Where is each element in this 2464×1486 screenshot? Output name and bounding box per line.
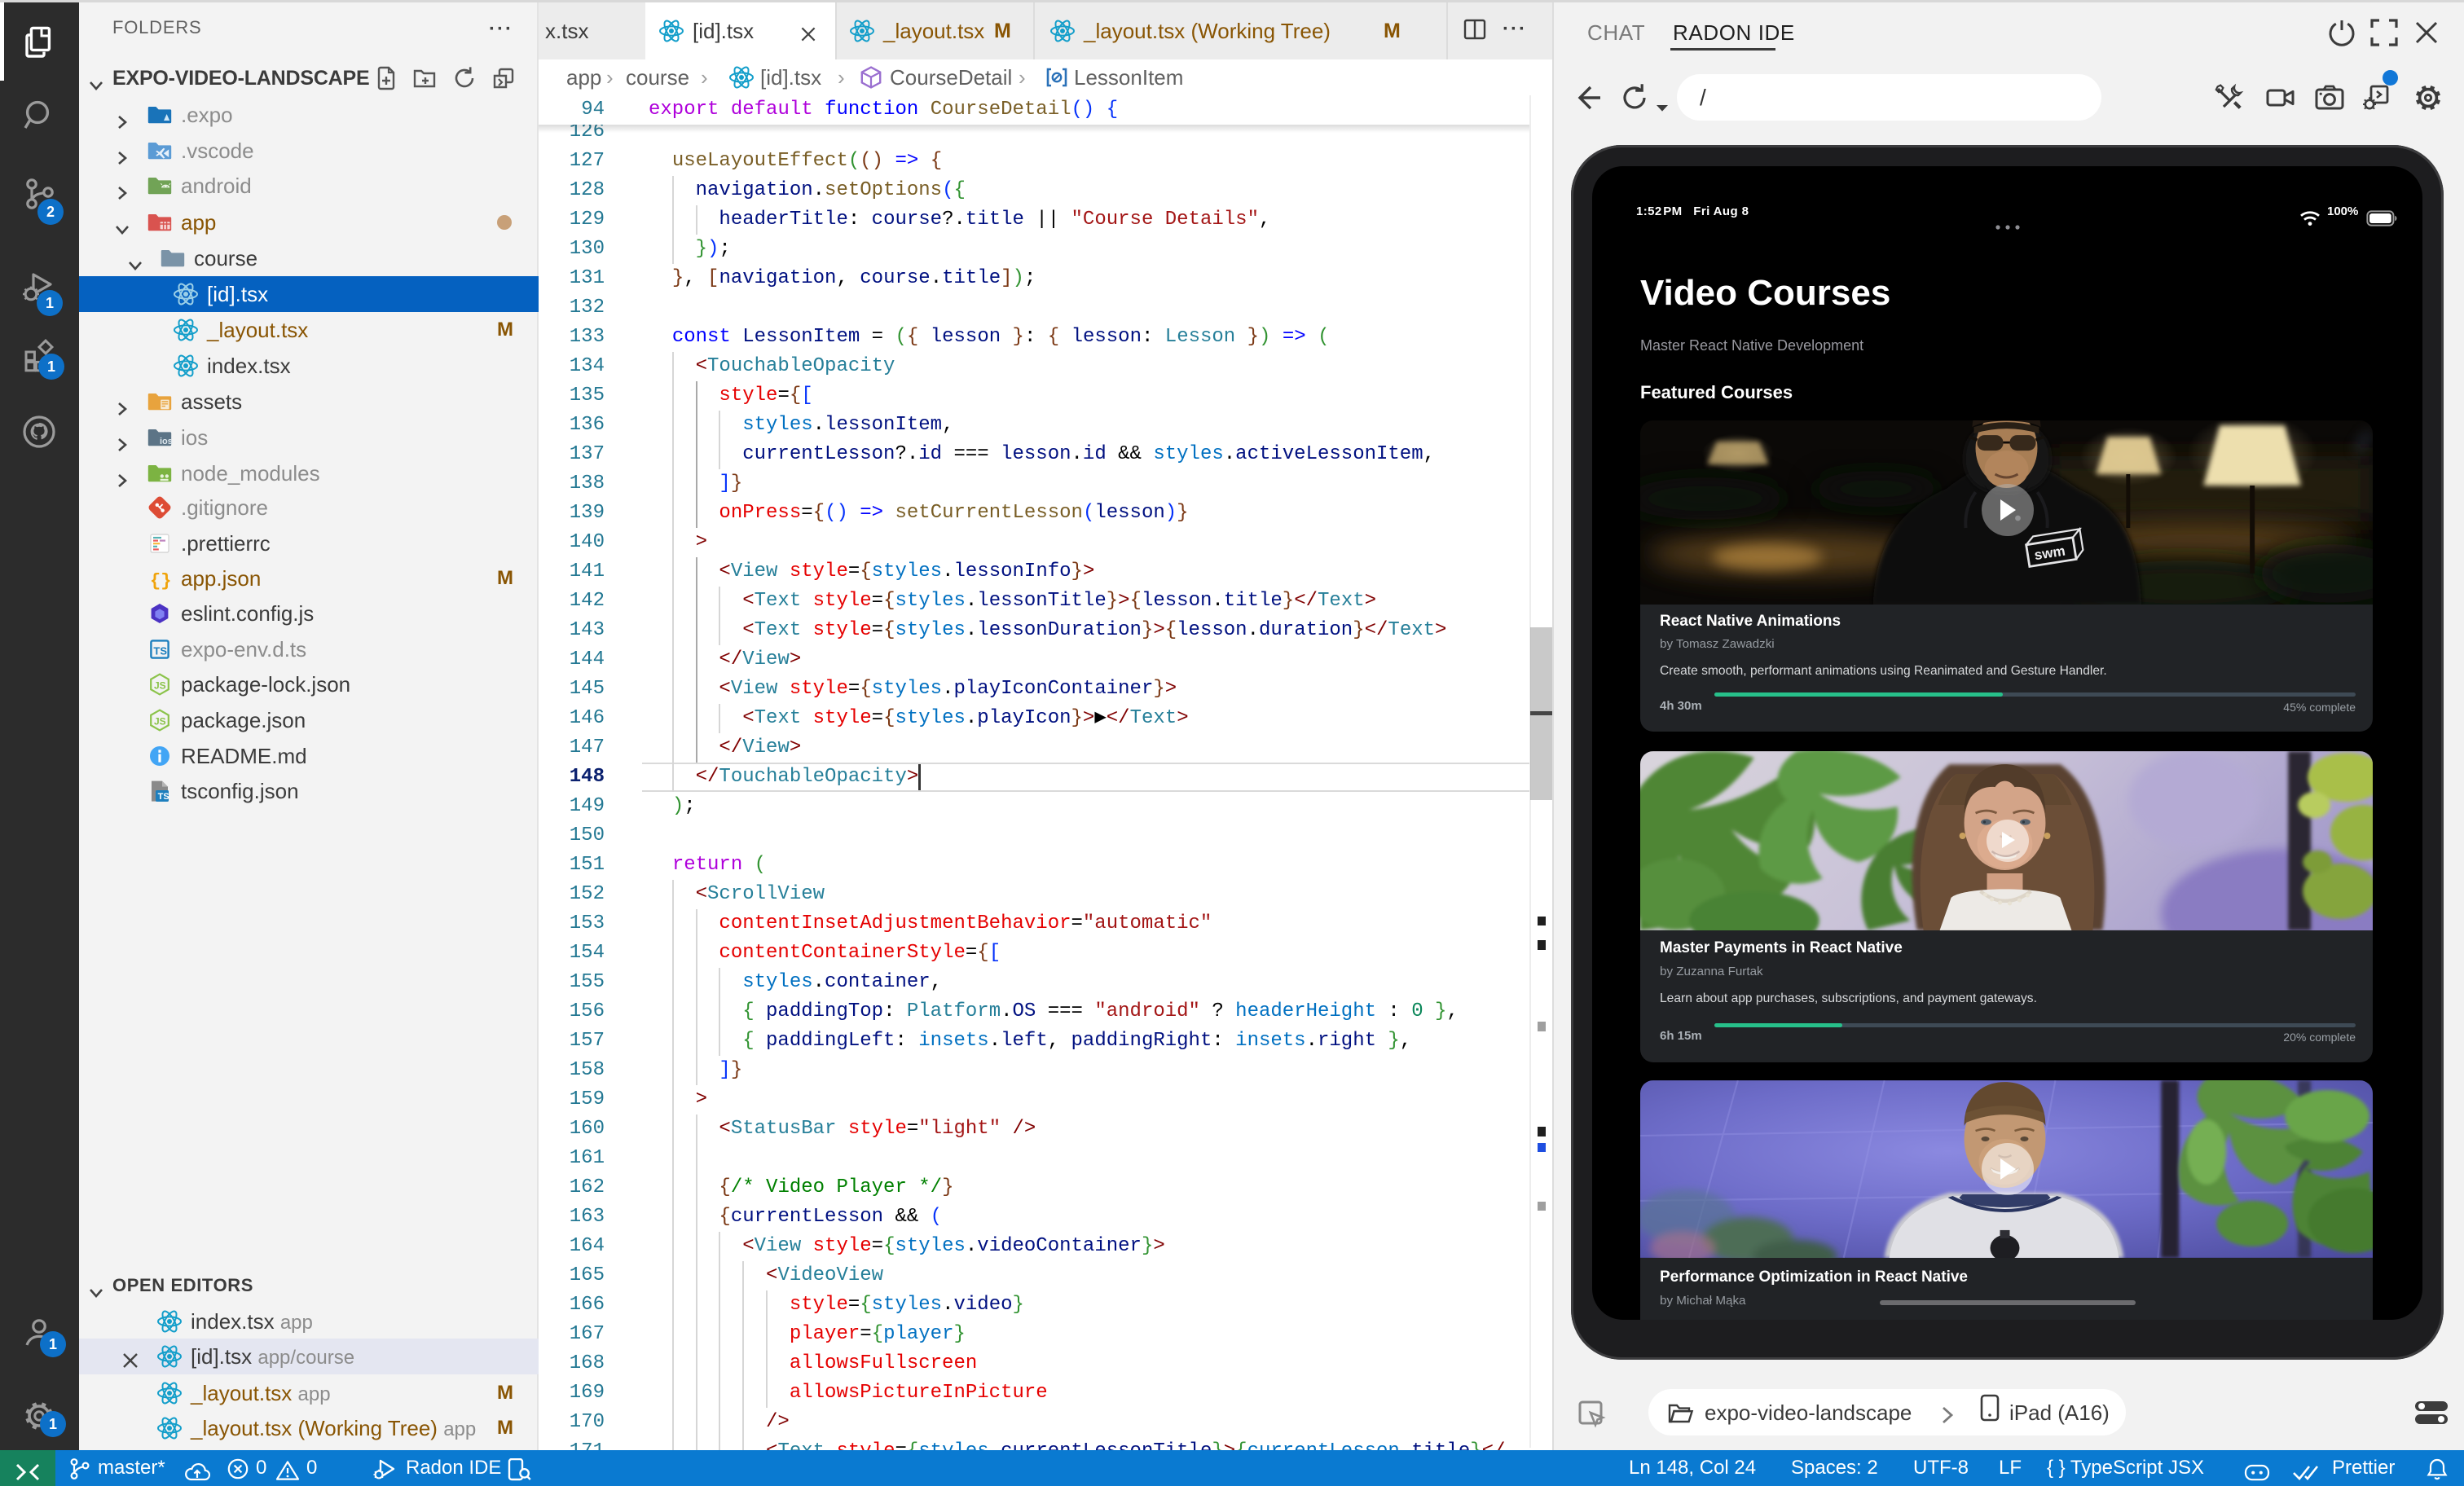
svg-text:{}: {} — [150, 571, 171, 591]
svg-text:JS: JS — [154, 716, 166, 728]
svg-text:TS: TS — [153, 645, 167, 657]
svg-text:ios: ios — [160, 437, 173, 446]
svg-text:JS: JS — [154, 680, 166, 692]
svg-text:TS: TS — [158, 792, 169, 802]
